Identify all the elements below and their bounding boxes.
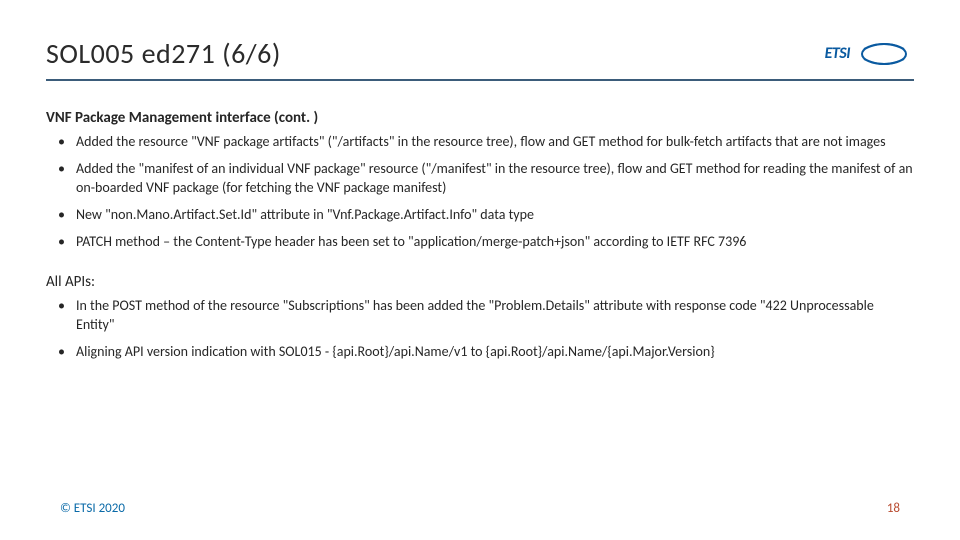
list-item: Added the resource "VNF package artifact… <box>46 133 914 152</box>
section-all-apis: All APIs: In the POST method of the reso… <box>46 273 914 362</box>
slide-footer: © ETSI 2020 18 <box>0 501 960 516</box>
list-item: In the POST method of the resource "Subs… <box>46 297 914 335</box>
section-heading: VNF Package Management interface (cont. … <box>46 109 914 127</box>
copyright-text: © ETSI 2020 <box>60 501 125 516</box>
globe-swoosh-icon <box>854 41 914 67</box>
slide: SOL005 ed271 (6/6) ETSI VNF Package Mana… <box>0 0 960 540</box>
bullet-list-1: Added the resource "VNF package artifact… <box>46 133 914 251</box>
list-item: PATCH method – the Content-Type header h… <box>46 233 914 252</box>
section-vnf-package: VNF Package Management interface (cont. … <box>46 109 914 251</box>
list-item: New "non.Mano.Artifact.Set.Id" attribute… <box>46 206 914 225</box>
list-item: Aligning API version indication with SOL… <box>46 343 914 362</box>
logo-text: ETSI <box>825 44 850 63</box>
etsi-logo: ETSI <box>825 41 914 67</box>
page-number: 18 <box>887 501 900 516</box>
bullet-list-2: In the POST method of the resource "Subs… <box>46 297 914 362</box>
slide-header: SOL005 ed271 (6/6) ETSI <box>46 36 914 81</box>
section-heading: All APIs: <box>46 273 914 291</box>
list-item: Added the "manifest of an individual VNF… <box>46 160 914 198</box>
slide-title: SOL005 ed271 (6/6) <box>46 36 281 71</box>
